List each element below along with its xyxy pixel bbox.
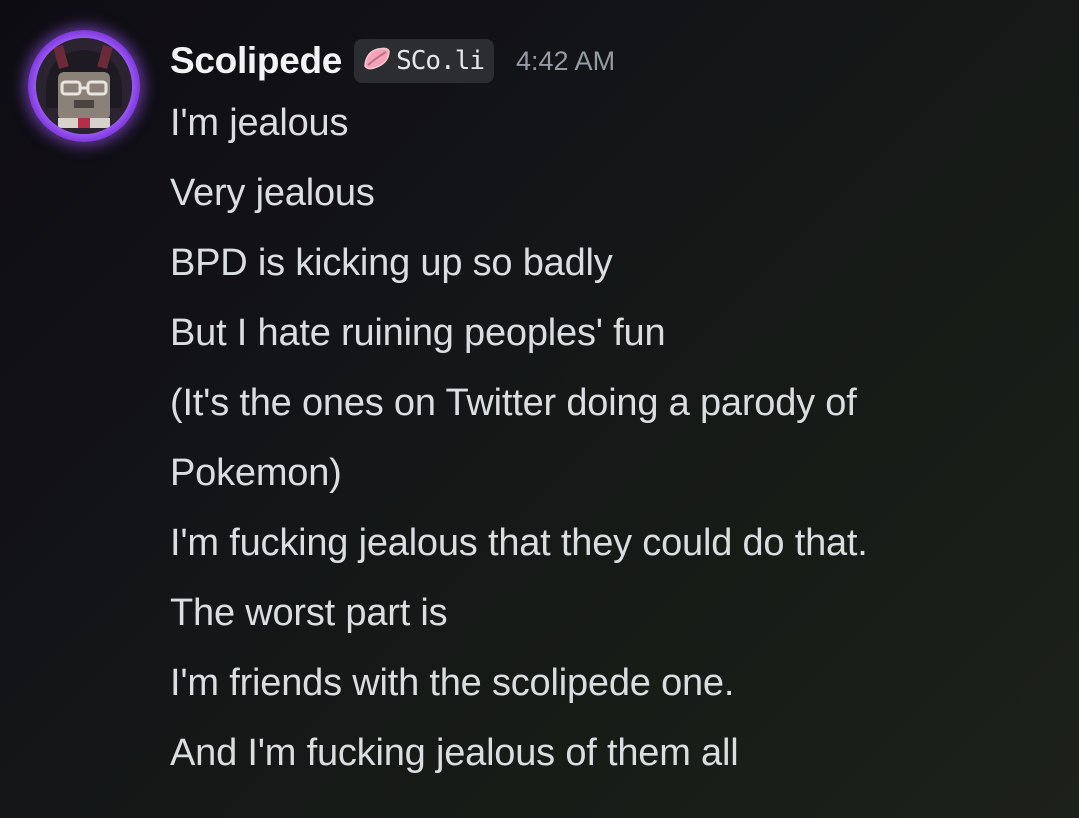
message-line: I'm fucking jealous that they could do t…	[170, 522, 868, 564]
message-line: I'm friends with the scolipede one.	[170, 662, 735, 704]
message-line: And I'm fucking jealous of them all	[170, 732, 739, 774]
message-line: (It's the ones on Twitter doing a parody…	[170, 382, 857, 424]
avatar-image	[36, 38, 132, 134]
avatar[interactable]	[36, 38, 132, 134]
message-line: The worst part is	[170, 592, 448, 634]
message-body: I'm jealous Very jealous BPD is kicking …	[170, 88, 1050, 788]
avatar-decoration-ring[interactable]	[28, 30, 140, 142]
chat-message: Scolipede SCo.li 4:42 AM I'm jealous Ver…	[0, 0, 1079, 818]
message-line: Very jealous	[170, 172, 375, 214]
message-line: But I hate ruining peoples' fun	[170, 312, 666, 354]
server-tag-badge[interactable]: SCo.li	[354, 39, 494, 83]
pink-leaf-icon	[362, 46, 392, 76]
author-username[interactable]: Scolipede	[170, 40, 342, 82]
server-tag-label: SCo.li	[396, 46, 485, 76]
message-line: I'm jealous	[170, 102, 349, 144]
message-line: Pokemon)	[170, 452, 342, 494]
message-timestamp[interactable]: 4:42 AM	[516, 46, 615, 77]
message-content: Scolipede SCo.li 4:42 AM I'm jealous Ver…	[170, 36, 1050, 788]
message-header: Scolipede SCo.li 4:42 AM	[170, 36, 1050, 86]
message-line: BPD is kicking up so badly	[170, 242, 613, 284]
